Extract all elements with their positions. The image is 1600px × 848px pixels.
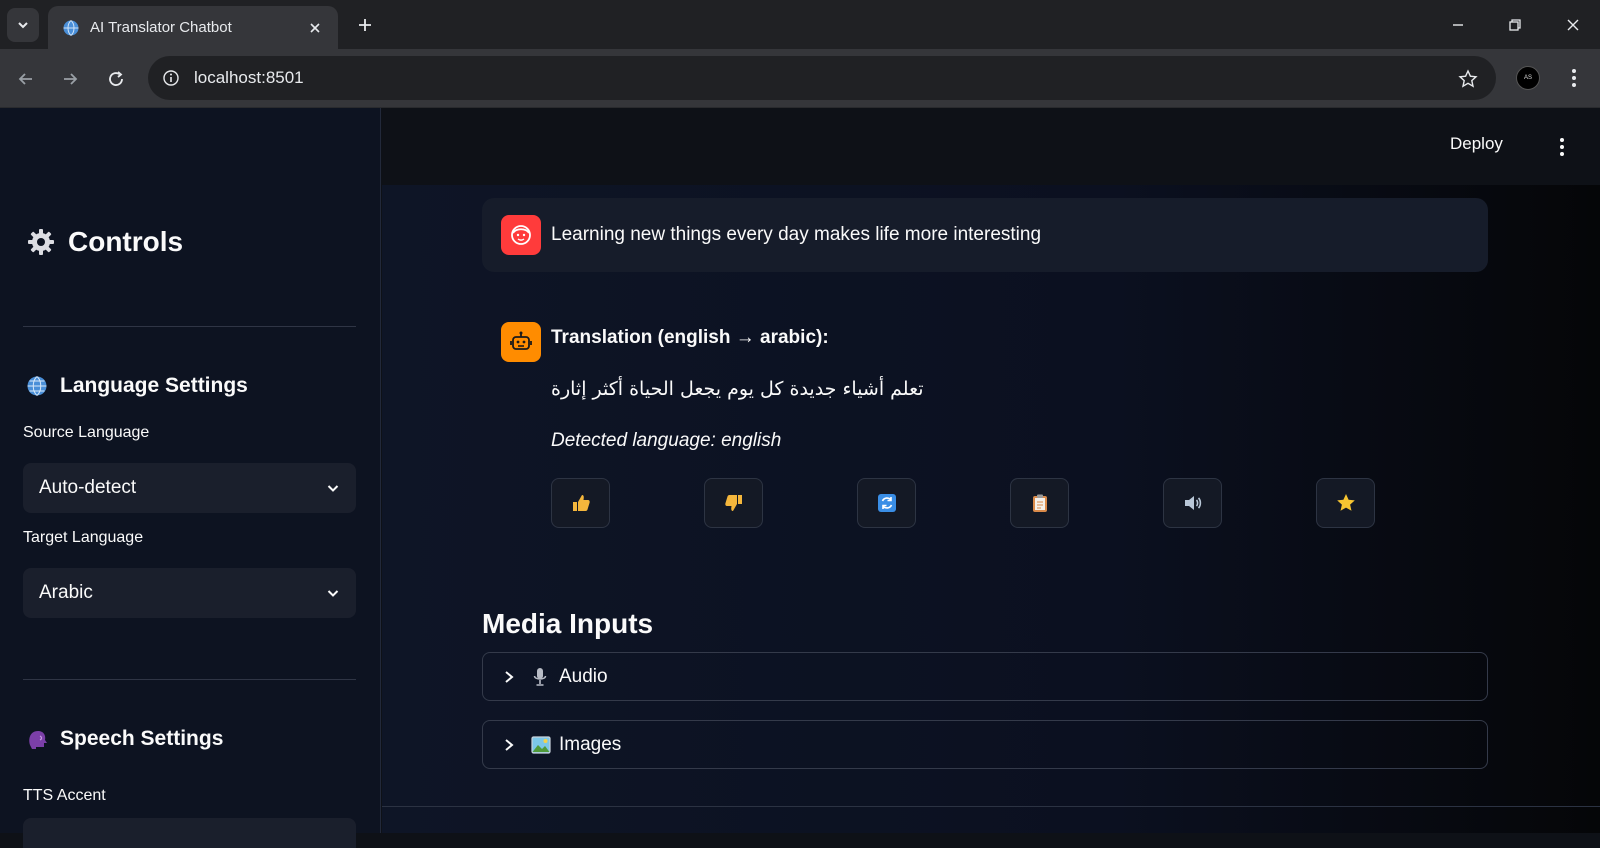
back-button[interactable] <box>10 63 42 95</box>
tts-accent-label: TTS Accent <box>23 787 106 804</box>
thumbs-down-icon <box>724 495 742 511</box>
favorite-button[interactable] <box>1316 478 1375 528</box>
gear-icon <box>26 227 58 257</box>
minimize-button[interactable] <box>1443 10 1473 40</box>
speaking-head-icon <box>26 727 52 751</box>
tab-search-button[interactable] <box>7 8 39 42</box>
thumbs-down-button[interactable] <box>704 478 763 528</box>
source-language-select[interactable]: Auto-detect <box>23 463 356 513</box>
close-window-button[interactable] <box>1558 10 1588 40</box>
close-icon[interactable] <box>306 19 324 37</box>
audio-expander[interactable]: Audio <box>482 652 1488 701</box>
detected-language-text: Detected language: english <box>551 430 782 451</box>
profile-avatar[interactable]: AS <box>1516 66 1540 90</box>
chevron-right-icon <box>503 738 517 752</box>
refresh-icon <box>877 494 896 512</box>
images-label: Images <box>559 733 622 755</box>
media-inputs-heading: Media Inputs <box>482 608 654 639</box>
info-icon[interactable] <box>162 69 180 87</box>
restore-icon <box>1509 19 1521 31</box>
browser-tab-bar: AI Translator Chatbot <box>0 0 1600 49</box>
chevron-right-icon <box>503 670 517 684</box>
clipboard-icon <box>1032 494 1047 512</box>
star-icon <box>1336 494 1355 511</box>
target-language-value: Arabic <box>39 582 93 603</box>
language-settings-heading: Language Settings <box>26 374 248 398</box>
sidebar-title: Controls <box>26 226 183 258</box>
source-language-label: Source Language <box>23 424 150 441</box>
arrow-left-icon <box>18 73 32 85</box>
url-text[interactable]: localhost:8501 <box>194 68 304 88</box>
restore-button[interactable] <box>1500 10 1530 40</box>
deploy-button[interactable]: Deploy <box>1450 134 1503 154</box>
chevron-down-icon <box>327 590 339 597</box>
globe-icon <box>26 375 52 397</box>
thumbs-up-button[interactable] <box>551 478 610 528</box>
thumbs-up-icon <box>572 495 590 511</box>
target-language-label: Target Language <box>23 529 144 546</box>
images-expander[interactable]: Images <box>482 720 1488 769</box>
app-menu-button[interactable] <box>1552 135 1572 159</box>
target-language-select[interactable]: Arabic <box>23 568 356 618</box>
bookmark-star-icon[interactable] <box>1456 67 1480 91</box>
chevron-down-icon <box>18 22 28 29</box>
bot-avatar <box>501 322 541 362</box>
source-language-value: Auto-detect <box>39 477 137 498</box>
speak-button[interactable] <box>1163 478 1222 528</box>
robot-icon <box>510 331 532 350</box>
divider <box>23 679 356 680</box>
user-face-icon <box>511 225 531 245</box>
microphone-icon <box>531 667 553 687</box>
more-vert-icon <box>1560 138 1564 156</box>
browser-tab[interactable]: AI Translator Chatbot <box>48 6 338 49</box>
browser-toolbar: localhost:8501 AS <box>0 49 1600 108</box>
more-vert-icon <box>1572 69 1576 87</box>
translation-title: Translation (english → arabic): <box>551 327 829 348</box>
address-bar[interactable]: localhost:8501 <box>148 56 1496 100</box>
forward-button[interactable] <box>54 63 86 95</box>
tts-accent-select[interactable] <box>23 818 356 848</box>
speaker-icon <box>1184 496 1201 510</box>
refresh-button[interactable] <box>857 478 916 528</box>
user-avatar <box>501 215 541 255</box>
sidebar: Controls Language Settings Source Langua… <box>0 108 381 848</box>
reload-icon <box>109 71 123 86</box>
main-content: Deploy Learning new things every day mak… <box>382 108 1600 833</box>
tab-title: AI Translator Chatbot <box>90 19 232 36</box>
globe-icon <box>62 19 80 37</box>
minimize-icon <box>1453 24 1463 26</box>
divider <box>23 326 356 327</box>
plus-icon <box>359 19 371 31</box>
user-message-text: Learning new things every day makes life… <box>551 224 1042 245</box>
translation-text: تعلم أشياء جديدة كل يوم يجعل الحياة أكثر… <box>551 378 924 400</box>
audio-label: Audio <box>559 665 608 687</box>
picture-icon <box>531 735 553 754</box>
close-icon <box>1567 19 1579 31</box>
browser-menu-button[interactable] <box>1560 64 1588 92</box>
new-tab-button[interactable] <box>352 12 378 38</box>
speech-settings-heading: Speech Settings <box>26 727 223 751</box>
chevron-down-icon <box>327 485 339 492</box>
chat-input-divider <box>382 806 1600 807</box>
reload-button[interactable] <box>100 63 132 95</box>
arrow-right-icon <box>64 73 78 85</box>
app-header: Deploy <box>382 108 1600 185</box>
copy-button[interactable] <box>1010 478 1069 528</box>
user-chat-message: Learning new things every day makes life… <box>482 198 1488 272</box>
